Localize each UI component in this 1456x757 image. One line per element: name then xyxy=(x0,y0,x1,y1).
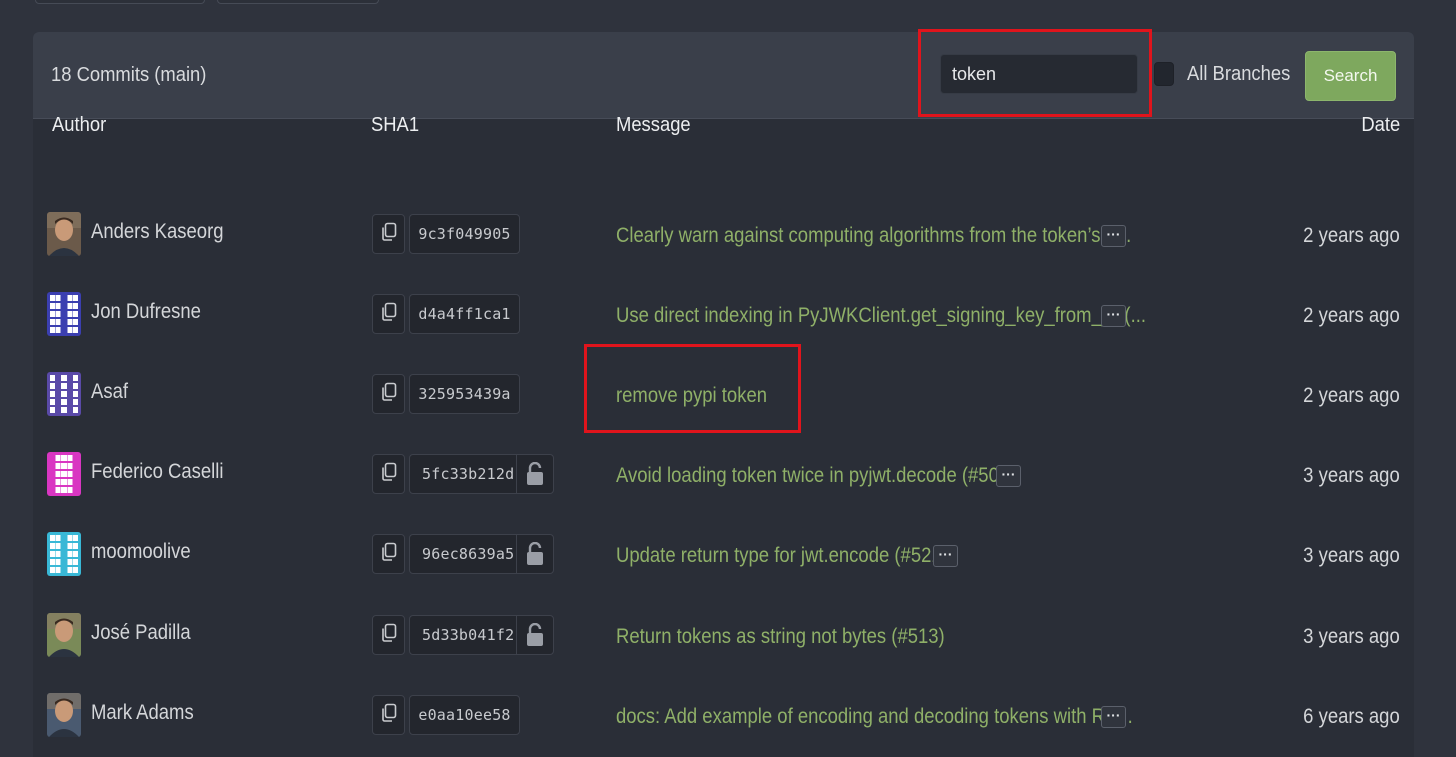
ellipsis-icon: ··· xyxy=(1106,306,1121,322)
commit-sha-link[interactable]: d4a4ff1ca1 xyxy=(409,294,520,334)
ellipsis-icon: ··· xyxy=(1106,707,1121,723)
commit-sha-link[interactable]: 5d33b041f2 xyxy=(409,615,554,655)
commit-message-link[interactable]: remove pypi token xyxy=(616,384,767,408)
author-name[interactable]: Asaf xyxy=(91,380,128,404)
commit-row: Federico Caselli 5fc33b212d Avoid loading … xyxy=(33,435,1414,515)
commits-panel-header: 18 Commits (main) All Branches Search xyxy=(33,32,1414,119)
author-name[interactable]: José Padilla xyxy=(91,621,191,645)
commit-row: Anders Kaseorg 9c3f049905 Clearly warn aga… xyxy=(33,195,1414,275)
author-avatar[interactable] xyxy=(47,212,81,256)
commit-sha-text: 96ec8639a5 xyxy=(422,545,515,563)
commit-row: Jon Dufresne d4a4ff1ca1 Use direct indexin… xyxy=(33,275,1414,355)
copy-sha-button[interactable] xyxy=(372,374,405,414)
copy-icon xyxy=(380,623,398,648)
author-avatar[interactable] xyxy=(47,372,81,416)
commit-sha-link[interactable]: 5fc33b212d xyxy=(409,454,554,494)
expand-message-button[interactable]: ··· xyxy=(933,545,958,567)
author-name[interactable]: Jon Dufresne xyxy=(91,300,201,324)
all-branches-checkbox[interactable] xyxy=(1154,62,1174,86)
commit-row: Asaf 325953439a remove pypi token 2 years a… xyxy=(33,355,1414,435)
commit-sha-text: 5fc33b212d xyxy=(422,465,515,483)
commit-sha-link[interactable]: 325953439a xyxy=(409,374,520,414)
author-avatar[interactable] xyxy=(47,532,81,576)
commit-message-link[interactable]: Use direct indexing in PyJWKClient.get_s… xyxy=(616,304,1146,328)
search-button[interactable]: Search xyxy=(1305,51,1396,101)
search-wrapper xyxy=(940,54,1138,94)
author-avatar[interactable] xyxy=(47,613,81,657)
commit-sha-text: 5d33b041f2 xyxy=(422,626,515,644)
commit-sha-link[interactable]: e0aa10ee58 xyxy=(409,695,520,735)
top-toolbar-button-2[interactable] xyxy=(217,0,379,4)
commit-count-label: 18 Commits (main) xyxy=(51,64,207,86)
ellipsis-icon: ··· xyxy=(938,546,953,562)
ellipsis-icon: ··· xyxy=(1001,466,1016,482)
expand-message-button[interactable]: ··· xyxy=(996,465,1021,487)
copy-sha-button[interactable] xyxy=(372,454,405,494)
commit-sha-text: 9c3f049905 xyxy=(418,225,511,243)
ellipsis-icon: ··· xyxy=(1106,226,1121,242)
expand-message-button[interactable]: ··· xyxy=(1101,706,1126,728)
author-name[interactable]: Mark Adams xyxy=(91,701,194,725)
top-toolbar-button-1[interactable] xyxy=(35,0,205,4)
column-header-author: Author xyxy=(52,114,107,136)
commit-search-input[interactable] xyxy=(940,54,1138,94)
all-branches-label: All Branches xyxy=(1187,63,1291,85)
copy-icon xyxy=(380,542,398,567)
commit-sha-text: e0aa10ee58 xyxy=(418,706,511,724)
copy-icon xyxy=(380,382,398,407)
copy-sha-button[interactable] xyxy=(372,294,405,334)
commit-sha-link[interactable]: 96ec8639a5 xyxy=(409,534,554,574)
copy-icon xyxy=(380,703,398,728)
copy-icon xyxy=(380,302,398,327)
commit-sha-link[interactable]: 9c3f049905 xyxy=(409,214,520,254)
copy-sha-button[interactable] xyxy=(372,534,405,574)
unlock-icon xyxy=(516,455,553,493)
commit-date: 2 years ago xyxy=(1303,384,1400,407)
column-header-sha1: SHA1 xyxy=(371,114,420,136)
copy-sha-button[interactable] xyxy=(372,615,405,655)
commit-date: 6 years ago xyxy=(1303,705,1400,728)
copy-sha-button[interactable] xyxy=(372,695,405,735)
author-avatar[interactable] xyxy=(47,292,81,336)
column-header-date: Date xyxy=(1361,114,1400,136)
copy-icon xyxy=(380,222,398,247)
unlock-icon xyxy=(516,535,553,573)
commit-row: moomoolive 96ec8639a5 Update return type f… xyxy=(33,515,1414,595)
author-avatar[interactable] xyxy=(47,452,81,496)
commit-message-link[interactable]: Return tokens as string not bytes (#513) xyxy=(616,625,945,649)
author-avatar[interactable] xyxy=(47,693,81,737)
commit-row: Mark Adams e0aa10ee58 docs: Add example of… xyxy=(33,676,1414,756)
commit-date: 3 years ago xyxy=(1303,625,1400,648)
copy-icon xyxy=(380,462,398,487)
commit-message-link[interactable]: Clearly warn against computing algorithm… xyxy=(616,224,1131,248)
commit-message-link[interactable]: Update return type for jwt.encode (#521) xyxy=(616,544,948,568)
expand-message-button[interactable]: ··· xyxy=(1101,305,1126,327)
commit-message-link[interactable]: docs: Add example of encoding and decodi… xyxy=(616,705,1133,729)
unlock-icon xyxy=(516,616,553,654)
commit-row: José Padilla 5d33b041f2 Return tokens as s… xyxy=(33,596,1414,676)
commit-date: 2 years ago xyxy=(1303,304,1400,327)
commit-sha-text: 325953439a xyxy=(418,385,511,403)
author-name[interactable]: Anders Kaseorg xyxy=(91,220,224,244)
column-header-message: Message xyxy=(616,114,691,136)
author-name[interactable]: Federico Caselli xyxy=(91,460,223,484)
commit-message-link[interactable]: Avoid loading token twice in pyjwt.decod… xyxy=(616,464,1015,488)
commit-date: 3 years ago xyxy=(1303,464,1400,487)
author-name[interactable]: moomoolive xyxy=(91,540,191,564)
expand-message-button[interactable]: ··· xyxy=(1101,225,1126,247)
commit-date: 2 years ago xyxy=(1303,224,1400,247)
commit-sha-text: d4a4ff1ca1 xyxy=(418,305,511,323)
commit-date: 3 years ago xyxy=(1303,544,1400,567)
copy-sha-button[interactable] xyxy=(372,214,405,254)
